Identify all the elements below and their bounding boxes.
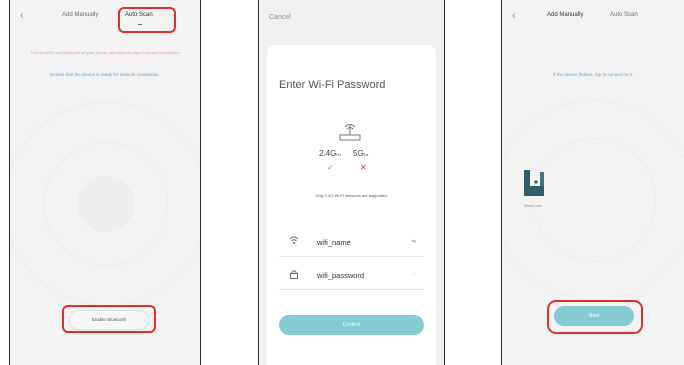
back-icon[interactable]: ‹ — [20, 10, 24, 22]
wifi-name-value: wifi_name — [317, 238, 351, 247]
phone-screen-device-found: ‹ Add Manually Auto Scan If the device f… — [501, 0, 684, 365]
router-icon — [339, 124, 361, 141]
check-icon: ✓ — [327, 163, 334, 172]
cross-icon: ✕ — [360, 163, 367, 172]
cancel-button[interactable]: Cancel — [269, 14, 291, 21]
wifi-sheet: Enter Wi-Fi Password 2.4GHz 5GHz ✓ ✕ Onl… — [267, 45, 436, 365]
scan-ring-middle — [532, 138, 656, 262]
sheet-title: Enter Wi-Fi Password — [279, 79, 386, 91]
phone-screen-auto-scan: ‹ Add Manually Auto Scan Turn on Wi-Fi a… — [9, 0, 201, 365]
band-note: Only 2.4G Wi-Fi networks are supported. — [315, 193, 388, 198]
phone-screen-wifi-password: Cancel Enter Wi-Fi Password 2.4GHz 5GHz … — [258, 0, 445, 365]
highlight-auto-scan-tab — [118, 7, 176, 33]
device-label: Smart Lock — [524, 204, 542, 208]
top-bar: ‹ Add Manually Auto Scan — [502, 0, 684, 36]
band-5ghz-label: 5GHz — [353, 149, 369, 158]
band-24ghz-label: 2.4GHz — [319, 149, 342, 158]
highlight-next-button — [547, 300, 643, 334]
lock-icon — [289, 269, 299, 281]
connection-hint: If the device flickers, tap to connect t… — [552, 72, 634, 77]
show-password-icon[interactable]: ◌ — [413, 272, 416, 278]
smart-lock-device[interactable] — [522, 168, 546, 205]
scan-center — [78, 176, 134, 232]
back-icon[interactable]: ‹ — [512, 10, 516, 22]
wifi-password-field[interactable]: wifi_password ◌ — [279, 263, 424, 290]
smart-lock-icon — [524, 170, 544, 196]
confirm-button[interactable]: Confirm — [279, 315, 424, 335]
permission-warning: Turn on Wi-Fi and Bluetooth on your phon… — [30, 50, 180, 55]
tab-add-manually[interactable]: Add Manually — [62, 12, 98, 18]
wifi-password-value: wifi_password — [317, 271, 365, 280]
wifi-icon — [289, 236, 299, 247]
tab-auto-scan[interactable]: Auto Scan — [610, 12, 638, 18]
highlight-enable-button — [62, 305, 156, 333]
connection-hint: Ensure that the device is ready for netw… — [50, 72, 160, 77]
wifi-name-field[interactable]: wifi_name ⇆ — [279, 230, 424, 257]
tab-add-manually[interactable]: Add Manually — [547, 12, 583, 18]
switch-network-icon[interactable]: ⇆ — [412, 239, 416, 245]
